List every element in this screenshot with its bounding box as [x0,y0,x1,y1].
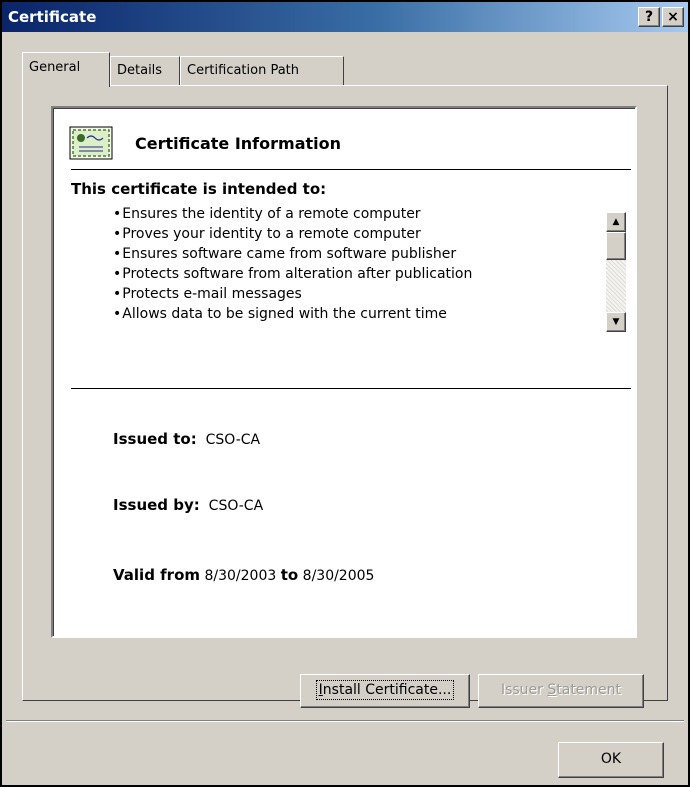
issued-to-value: CSO-CA [205,432,261,448]
certificate-info-title: Certificate Information [135,134,341,153]
issued-by-value: CSO-CA [208,498,264,514]
ok-button[interactable]: OK [558,742,664,778]
certificate-icon [69,126,113,160]
valid-to-value: 8/30/2005 [302,568,375,584]
issued-by-label: Issued by: [113,496,200,514]
issued-to-row: Issued to: CSO-CA [113,430,260,448]
purpose-item: Ensures the identity of a remote compute… [113,204,573,224]
issued-to-label: Issued to: [113,430,197,448]
divider [71,388,631,389]
purpose-item: Protects e-mail messages [113,284,573,304]
purpose-item: Proves your identity to a remote compute… [113,224,573,244]
scroll-thumb[interactable] [606,232,626,260]
close-button[interactable]: × [662,7,684,27]
certificate-info-box: Certificate Information This certificate… [51,106,637,638]
separator [6,720,684,722]
scroll-up-arrow-icon[interactable]: ▲ [606,212,626,232]
validity-row: Valid from 8/30/2003 to 8/30/2005 [113,566,374,584]
issued-by-row: Issued by: CSO-CA [113,496,263,514]
title-bar[interactable]: Certificate ? × [2,2,688,32]
tab-details[interactable]: Details [110,56,180,86]
install-certificate-label: Install Certificate... [315,680,455,700]
install-certificate-button[interactable]: Install Certificate... [300,674,470,708]
purposes-list: Ensures the identity of a remote compute… [113,204,573,324]
certificate-dialog: Certificate ? × General Details Certific… [0,0,690,787]
valid-from-label: Valid from [113,566,201,584]
issuer-statement-button[interactable]: Issuer Statement [478,674,644,708]
tab-certification-path[interactable]: Certification Path [180,56,344,86]
scroll-down-arrow-icon[interactable]: ▼ [606,312,626,332]
purpose-item: Ensures software came from software publ… [113,244,573,264]
purpose-item: Protects software from alteration after … [113,264,573,284]
purpose-item: Allows data to be signed with the curren… [113,304,573,324]
general-tab-panel: Certificate Information This certificate… [22,85,668,701]
purposes-scrollbar[interactable]: ▲ ▼ [606,212,626,332]
intended-purposes-heading: This certificate is intended to: [71,180,327,198]
valid-from-value: 8/30/2003 [204,568,277,584]
tab-general[interactable]: General [22,52,110,87]
help-button[interactable]: ? [638,7,660,27]
divider [71,169,631,170]
window-title: Certificate [8,8,97,26]
valid-to-label: to [280,566,299,584]
